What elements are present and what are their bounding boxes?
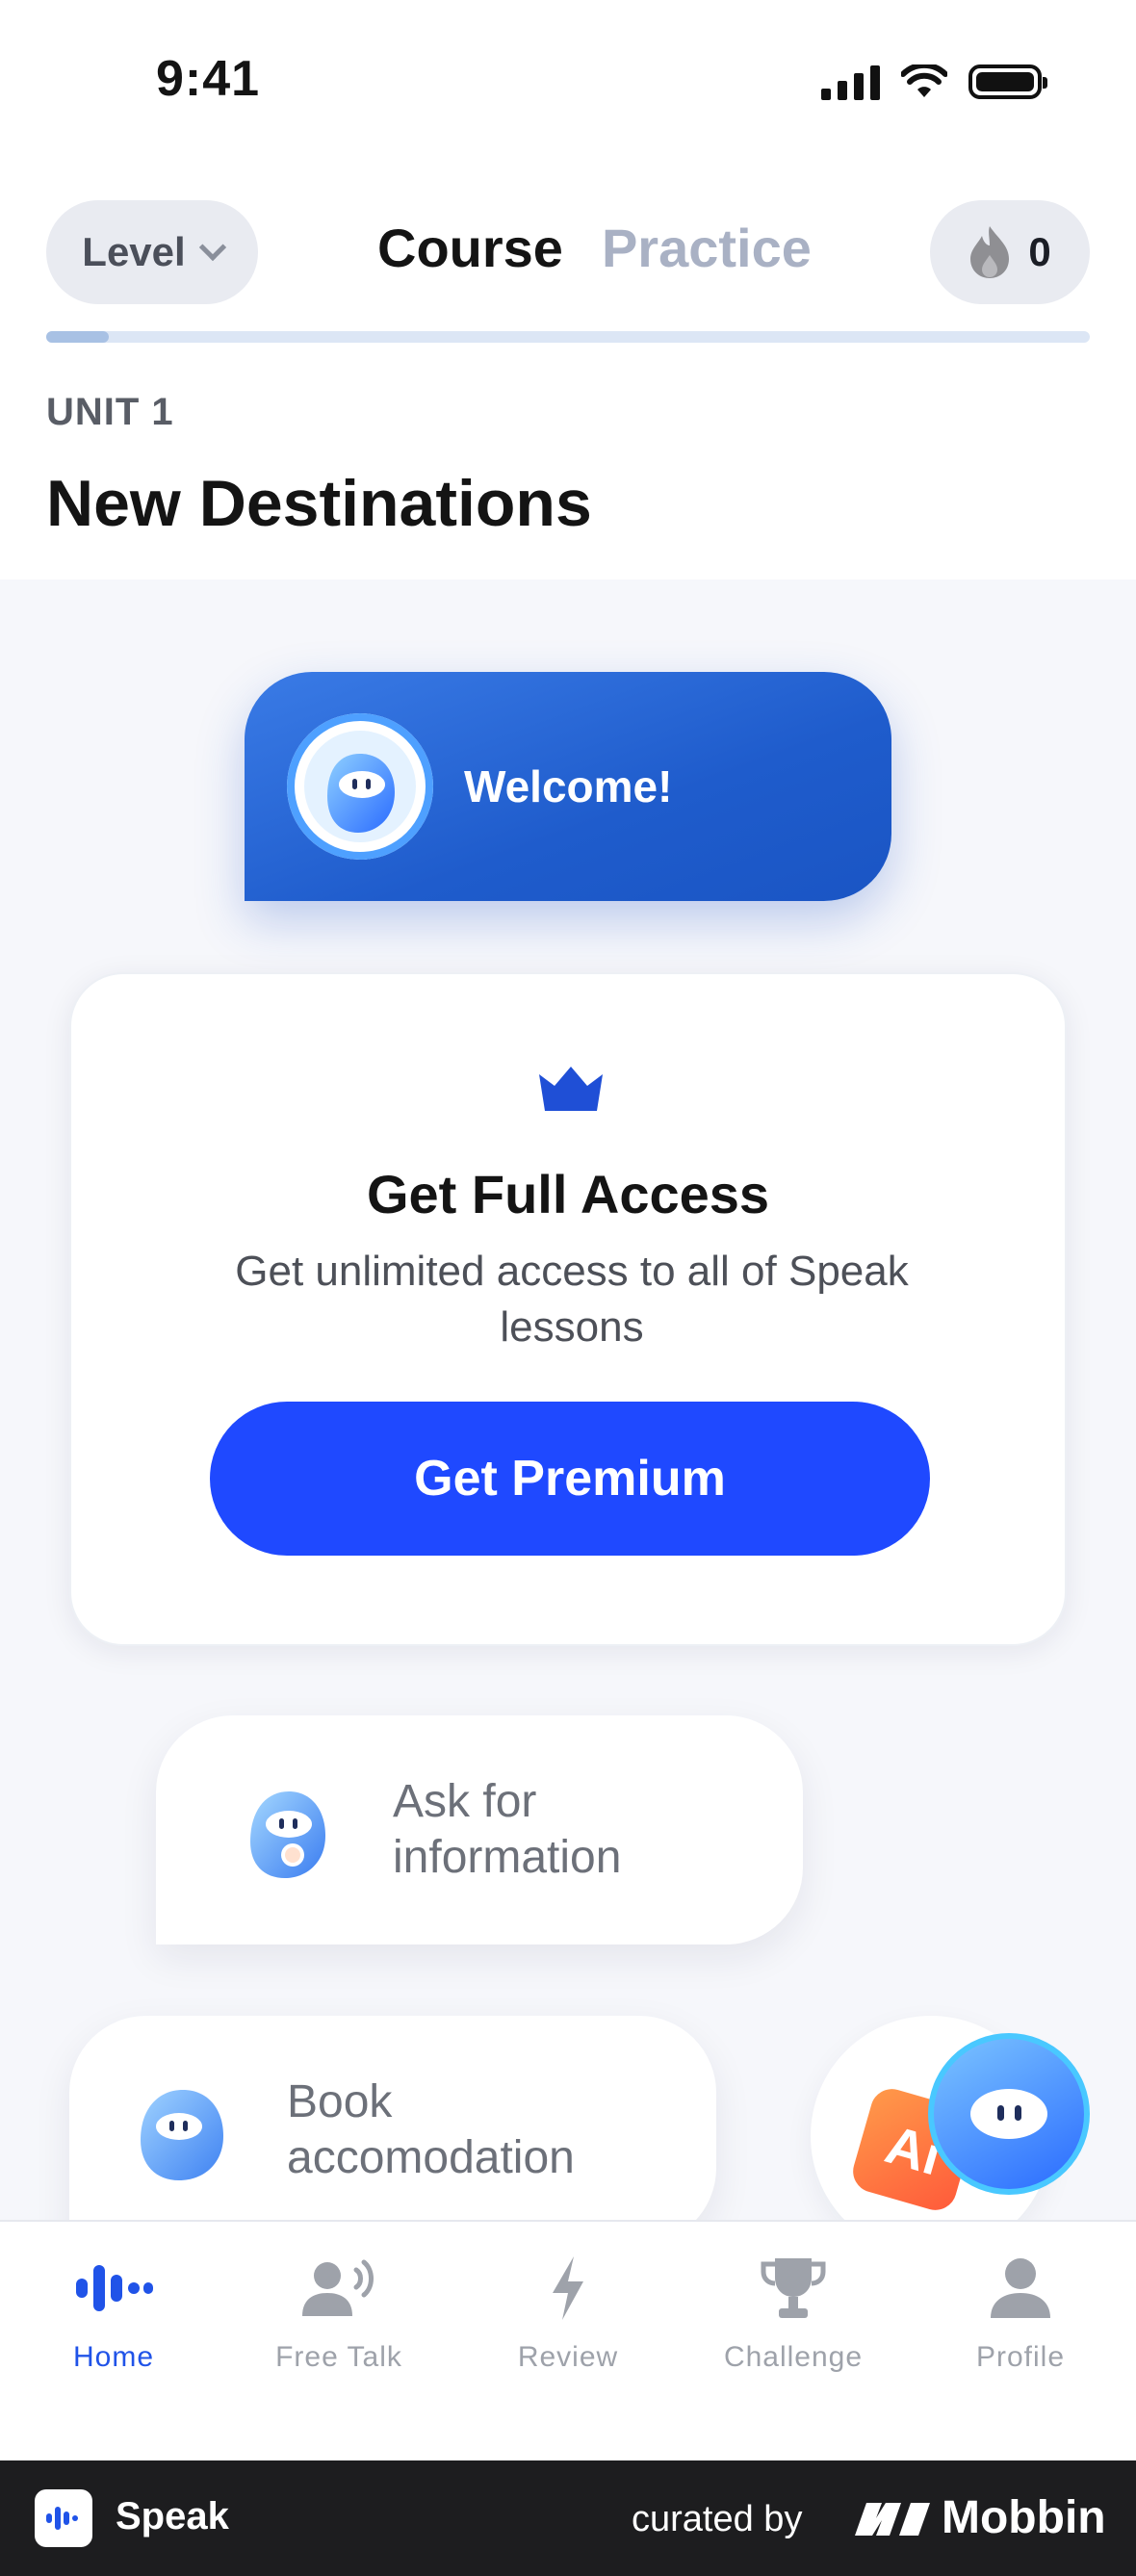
free-talk-icon <box>302 2259 374 2316</box>
footer-curated-by: curated by <box>632 2499 803 2539</box>
tab-free-talk-label: Free Talk <box>275 2341 402 2373</box>
profile-icon <box>991 2258 1050 2318</box>
mode-tabs: Course Practice <box>377 217 812 279</box>
crown-icon <box>539 1067 603 1111</box>
footer-app-name: Speak <box>116 2495 229 2537</box>
mascot-icon <box>970 2089 1047 2139</box>
status-bar: 9:41 <box>0 0 1136 164</box>
mascot-icon <box>304 731 416 842</box>
tab-profile[interactable]: Profile <box>924 2245 1117 2374</box>
tab-profile-label: Profile <box>975 2341 1066 2373</box>
tab-review-label: Review <box>517 2341 619 2373</box>
status-icons <box>821 64 1047 100</box>
tab-challenge[interactable]: Challenge <box>697 2245 890 2374</box>
mascot-icon <box>141 2090 223 2180</box>
unit-title: New Destinations <box>46 467 592 540</box>
get-premium-button[interactable]: Get Premium <box>210 1402 930 1556</box>
course-header: Level Course Practice 0 UNIT 1 New Desti… <box>0 164 1136 580</box>
unit-progress-fill <box>46 331 110 343</box>
tab-home-label: Home <box>72 2341 155 2373</box>
welcome-lesson-card[interactable]: Welcome! <box>245 672 891 901</box>
level-label: Level <box>82 229 186 274</box>
mobbin-brand-name: Mobbin <box>942 2492 1106 2543</box>
ai-tutor-avatar <box>928 2033 1090 2195</box>
lesson-book-accomodation[interactable]: Book accomodation <box>69 2016 716 2245</box>
wifi-icon <box>901 64 947 97</box>
trophy-icon <box>761 2258 826 2318</box>
signal-icon <box>821 64 880 100</box>
lightning-icon <box>553 2256 583 2320</box>
tab-review[interactable]: Review <box>472 2245 664 2374</box>
lesson-ask-title: Ask for information <box>393 1776 622 1883</box>
speak-logo-icon <box>35 2489 92 2547</box>
battery-icon <box>968 64 1047 99</box>
premium-upsell-card: Get Full Access Get unlimited access to … <box>69 972 1067 1646</box>
welcome-lesson-title: Welcome! <box>464 761 673 811</box>
flame-icon <box>970 226 1010 278</box>
premium-subtitle: Get unlimited access to all of Speak les… <box>235 1248 909 1351</box>
tab-home[interactable]: Home <box>17 2245 210 2374</box>
lesson-ask-for-information[interactable]: Ask for information <box>156 1715 803 1945</box>
tab-practice[interactable]: Practice <box>602 217 812 279</box>
status-time: 9:41 <box>156 51 261 107</box>
streak-badge[interactable]: 0 <box>930 200 1090 304</box>
attribution-footer: Speak curated by Mobbin <box>0 2460 1136 2576</box>
bottom-tab-bar: Home Free Talk Review Challenge Profile <box>0 2220 1136 2460</box>
level-selector[interactable]: Level <box>46 200 258 304</box>
tab-challenge-label: Challenge <box>723 2341 864 2373</box>
tab-course[interactable]: Course <box>377 217 563 279</box>
mobbin-logo-icon <box>855 2502 930 2536</box>
mobbin-brand: Mobbin <box>853 2491 1106 2544</box>
mascot-avatar <box>287 713 433 860</box>
home-icon <box>76 2265 153 2311</box>
mascot-icon <box>250 1791 325 1878</box>
premium-title: Get Full Access <box>366 1164 770 1224</box>
unit-progress-bar <box>46 331 1090 343</box>
chevron-down-icon <box>198 233 226 262</box>
streak-count: 0 <box>1028 229 1051 274</box>
lesson-book-title: Book accomodation <box>287 2076 575 2183</box>
unit-label: UNIT 1 <box>46 391 174 433</box>
tab-free-talk[interactable]: Free Talk <box>243 2245 435 2374</box>
